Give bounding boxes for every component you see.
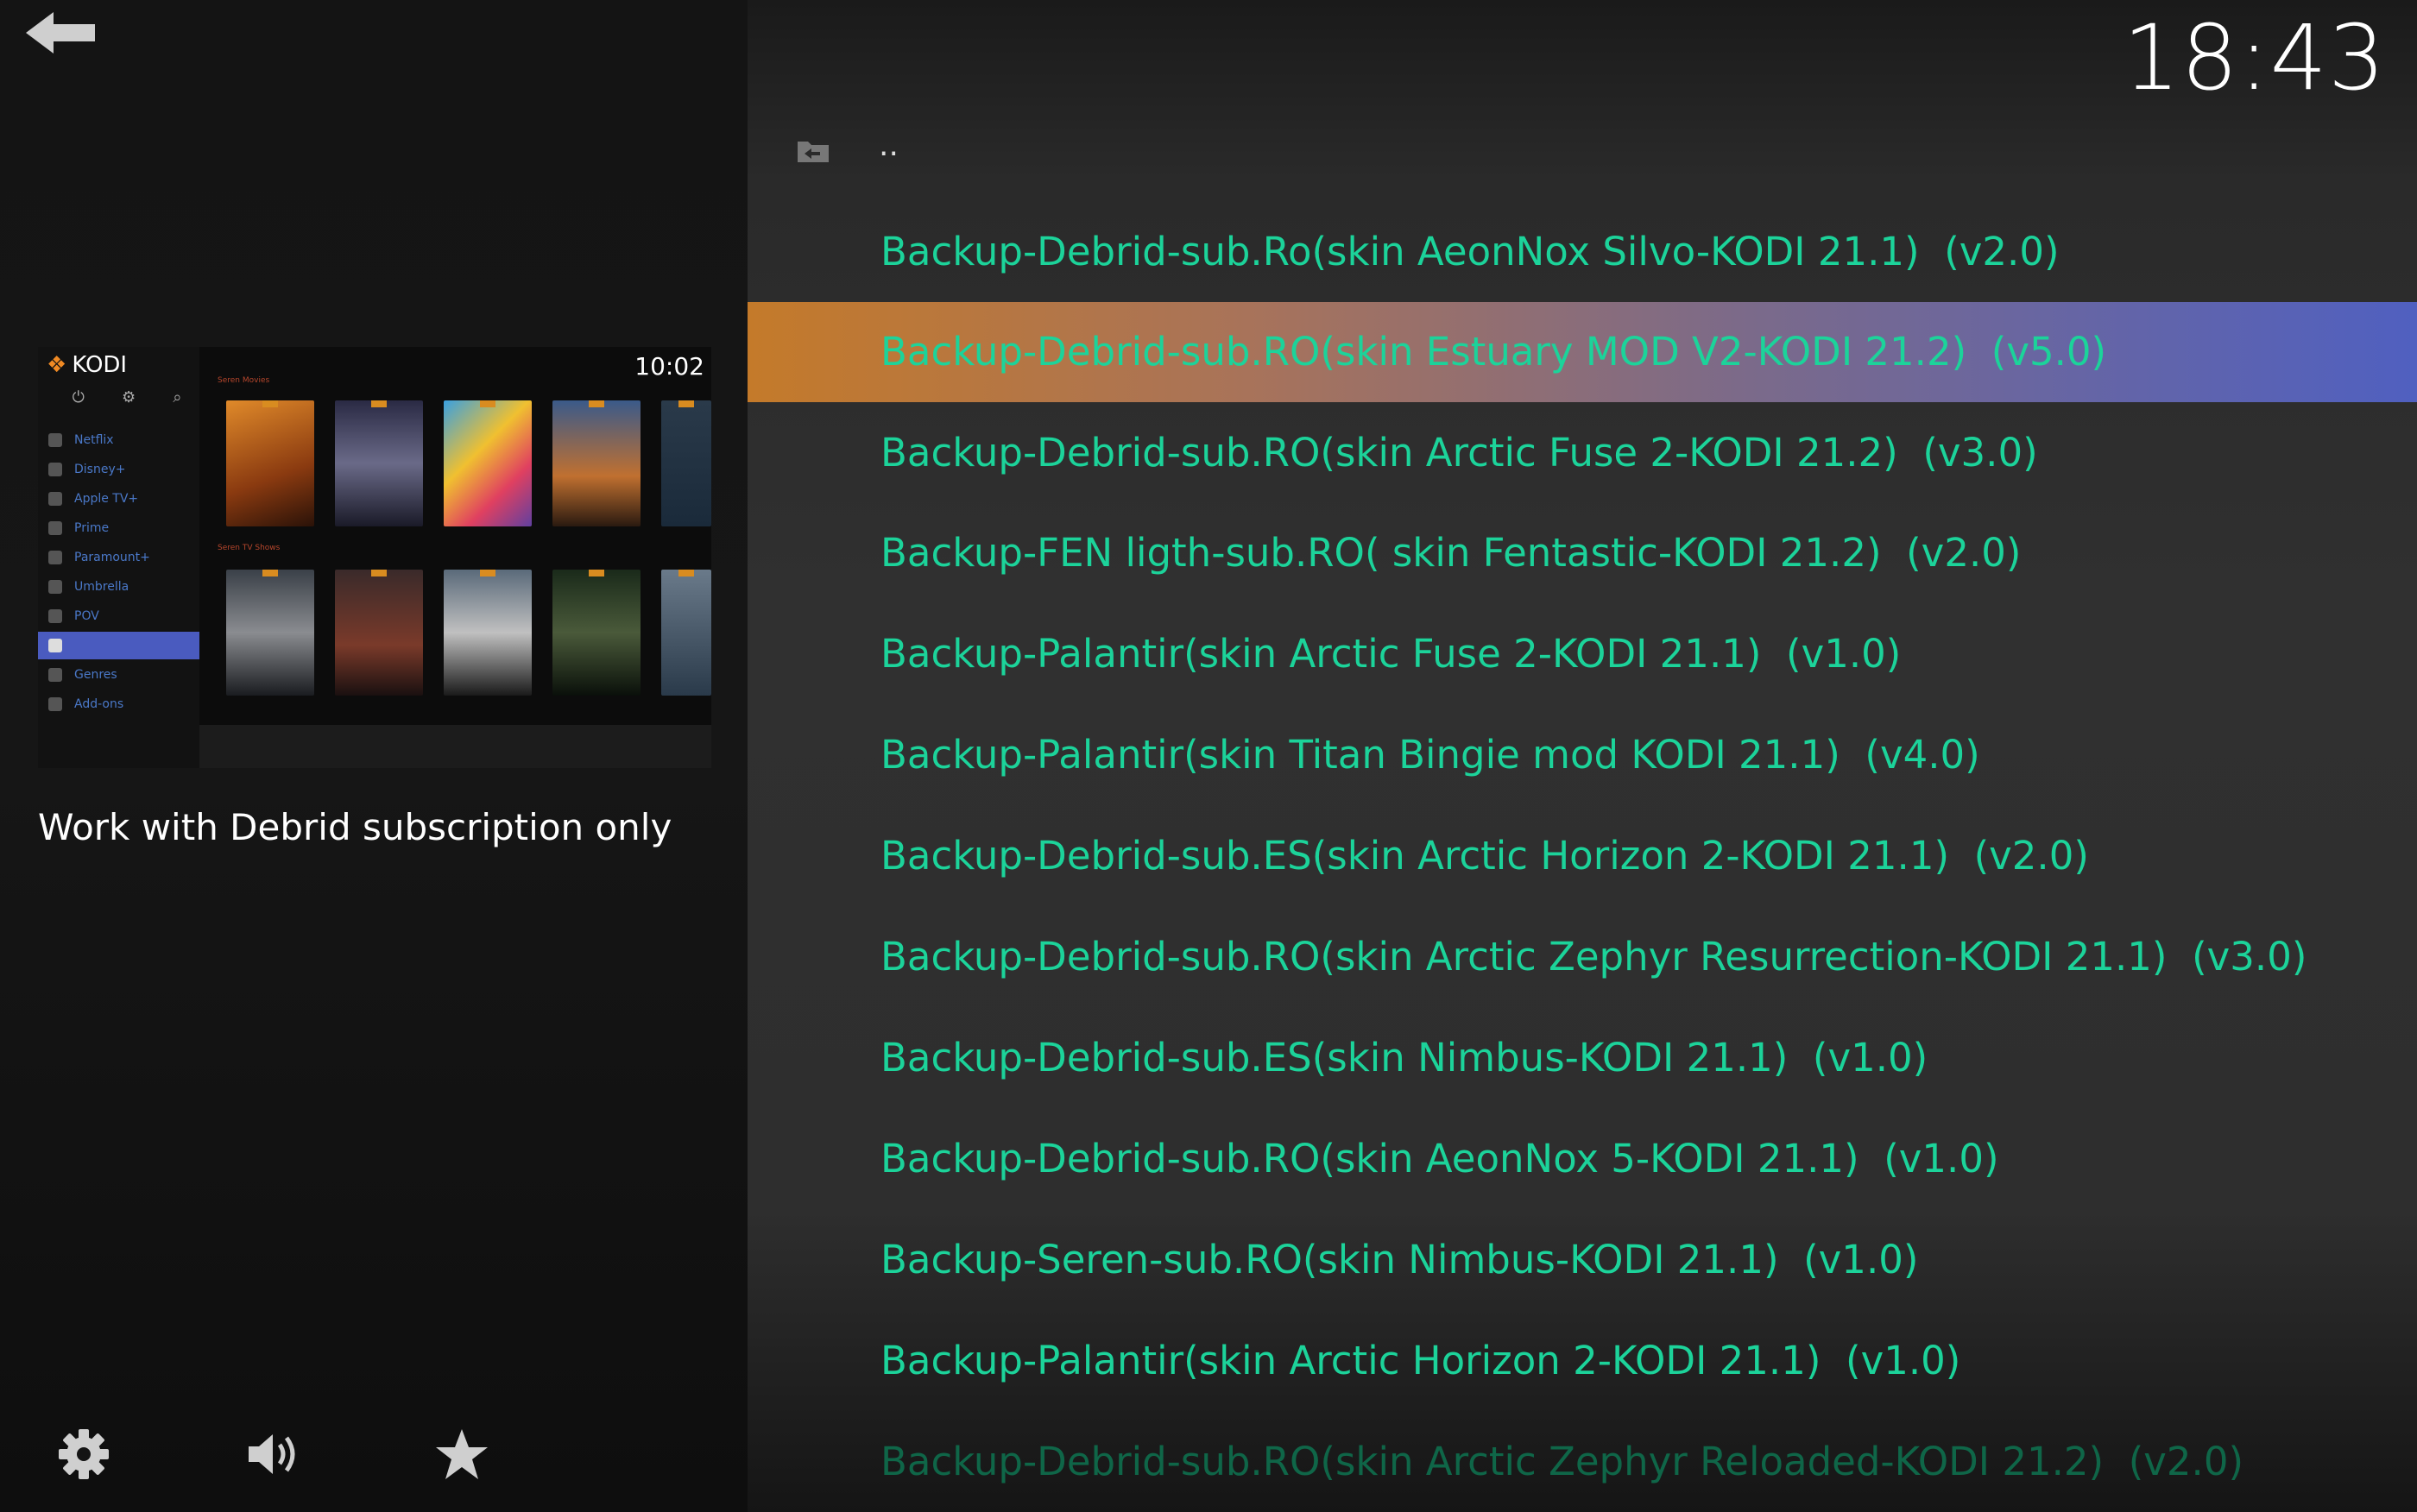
list-item[interactable]: Backup-Palantir(skin Arctic Fuse 2-KODI …: [880, 628, 1901, 680]
star-icon[interactable]: [433, 1426, 490, 1483]
list-item[interactable]: Backup-Palantir(skin Arctic Horizon 2-KO…: [880, 1335, 1960, 1387]
poster-image: [444, 400, 532, 526]
list-item-selected[interactable]: Backup-Debrid-sub.RO(skin Estuary MOD V2…: [880, 326, 2106, 378]
list-item[interactable]: Backup-Debrid-sub.ES(skin Arctic Horizon…: [880, 830, 2089, 882]
menu-item-icon: [48, 521, 62, 535]
preview-footer: [199, 725, 711, 768]
poster-image: [335, 400, 423, 526]
preview-item-label: POV: [74, 609, 99, 623]
menu-item-icon: [48, 668, 62, 682]
list-item[interactable]: Backup-Debrid-sub.RO(skin AeonNox 5-KODI…: [880, 1133, 1999, 1185]
preview-row-label: Seren TV Shows: [218, 544, 281, 552]
list-item[interactable]: Backup-Debrid-sub.ES(skin Nimbus-KODI 21…: [880, 1032, 1928, 1084]
preview-sidebar-item: Genres: [38, 661, 199, 689]
poster-image: [444, 570, 532, 696]
preview-row-label: Seren Movies: [218, 376, 270, 385]
menu-item-icon: [48, 639, 62, 652]
parent-folder-item[interactable]: ..: [879, 128, 899, 163]
preview-item-label: Disney+: [74, 463, 126, 476]
search-icon: ⌕: [173, 388, 182, 406]
preview-item-label: Prime: [74, 521, 110, 535]
menu-item-icon: [48, 697, 62, 711]
preview-sidebar-item: Umbrella: [38, 573, 199, 601]
kodi-logo-icon: ❖: [47, 352, 67, 378]
list-item[interactable]: Backup-Debrid-sub.RO(skin Arctic Fuse 2-…: [880, 427, 2038, 479]
list-item[interactable]: Backup-Debrid-sub.RO(skin Arctic Zephyr …: [880, 931, 2307, 983]
preview-item-label: Add-ons: [74, 697, 124, 711]
preview-logo: ❖ KODI: [47, 352, 127, 378]
clock: 18:43: [2123, 5, 2386, 110]
gear-icon[interactable]: [55, 1426, 112, 1483]
preview-item-label: Genres: [74, 668, 117, 682]
addon-preview-image: ❖ KODI 10:02 ⏻ ⚙ ⌕ Netflix Disney+ Apple …: [38, 347, 711, 768]
menu-item-icon: [48, 492, 62, 506]
preview-sidebar-item: Paramount+: [38, 544, 199, 571]
preview-sidebar-item: Prime: [38, 514, 199, 542]
preview-item-label: Netflix: [74, 433, 114, 447]
poster-image: [226, 570, 314, 696]
preview-item-label: Umbrella: [74, 580, 129, 594]
menu-item-icon: [48, 609, 62, 623]
preview-sidebar-item: POV: [38, 602, 199, 630]
preview-sidebar-item: Disney+: [38, 456, 199, 483]
power-icon: ⏻: [72, 388, 85, 406]
volume-icon[interactable]: [245, 1426, 302, 1483]
folder-back-icon: [798, 142, 829, 162]
poster-image: [661, 400, 711, 526]
menu-item-icon: [48, 580, 62, 594]
list-item[interactable]: Backup-Debrid-sub.Ro(skin AeonNox Silvo-…: [880, 226, 2060, 278]
preview-item-label: Paramount+: [74, 551, 150, 564]
list-item[interactable]: Backup-Debrid-sub.RO(skin Arctic Zephyr …: [880, 1436, 2243, 1488]
preview-sidebar-item: Add-ons: [38, 690, 199, 718]
preview-sidebar-item: Netflix: [38, 426, 199, 454]
preview-time: 10:02: [634, 352, 704, 381]
poster-image: [552, 400, 641, 526]
menu-item-icon: [48, 463, 62, 476]
preview-sidebar-item: Apple TV+: [38, 485, 199, 513]
back-arrow-icon[interactable]: [26, 9, 100, 57]
poster-image: [226, 400, 314, 526]
preview-top-icons: ⏻ ⚙ ⌕: [54, 388, 200, 406]
menu-item-icon: [48, 433, 62, 447]
preview-item-label: Apple TV+: [74, 492, 139, 506]
poster-image: [552, 570, 641, 696]
menu-item-icon: [48, 551, 62, 564]
list-item[interactable]: Backup-Seren-sub.RO(skin Nimbus-KODI 21.…: [880, 1234, 1918, 1286]
preview-sidebar-item-selected: [38, 632, 199, 659]
addon-description: Work with Debrid subscription only: [38, 806, 672, 848]
poster-image: [661, 570, 711, 696]
list-item[interactable]: Backup-FEN ligth-sub.RO( skin Fentastic-…: [880, 527, 2021, 579]
list-item[interactable]: Backup-Palantir(skin Titan Bingie mod KO…: [880, 729, 1980, 781]
preview-app-name: KODI: [72, 352, 128, 378]
poster-image: [335, 570, 423, 696]
gear-icon: ⚙: [122, 388, 136, 406]
